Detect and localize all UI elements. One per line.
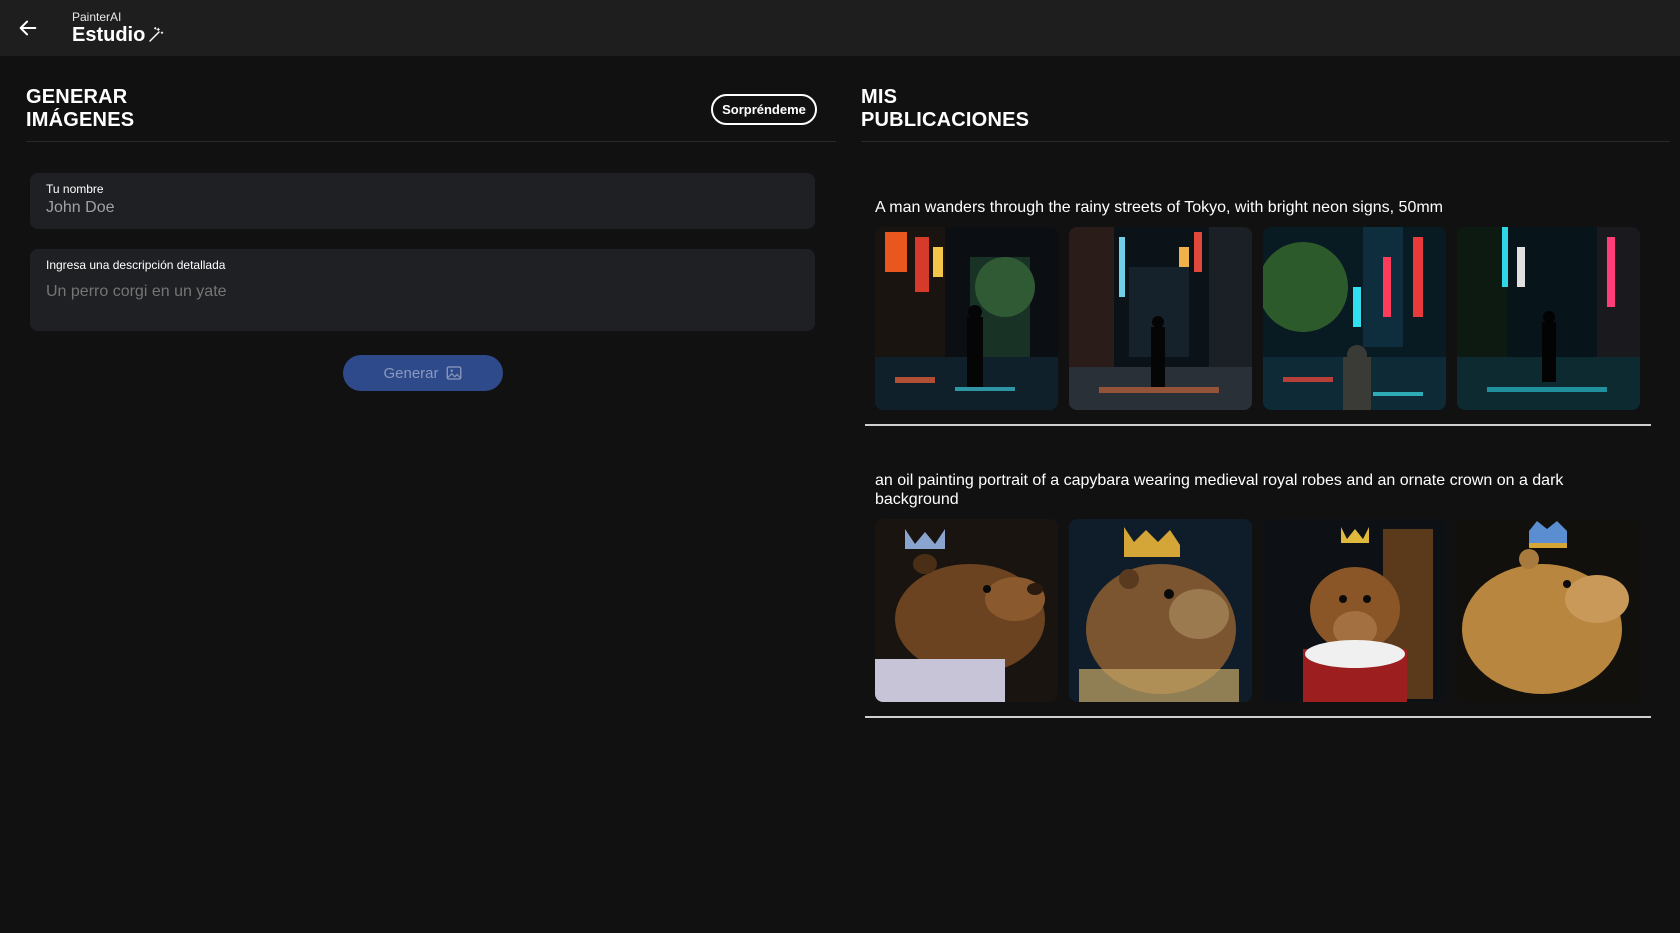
publications-divider xyxy=(861,141,1670,142)
tokyo-street-image-1[interactable] xyxy=(875,227,1058,410)
brand: PainterAI Estudio xyxy=(72,10,165,46)
description-input[interactable] xyxy=(46,283,799,301)
back-button[interactable] xyxy=(16,16,40,40)
capybara-king-image-3[interactable] xyxy=(1263,519,1446,702)
arrow-left-icon xyxy=(19,20,37,36)
publication-prompt: an oil painting portrait of a capybara w… xyxy=(875,472,1564,508)
publication-images xyxy=(865,227,1650,410)
surprise-button[interactable]: Sorpréndeme xyxy=(711,94,817,125)
tokyo-street-image-3[interactable] xyxy=(1263,227,1446,410)
name-input[interactable] xyxy=(46,199,799,217)
publications-title: MIS PUBLICACIONES xyxy=(861,86,1030,131)
name-field[interactable]: Tu nombre xyxy=(30,173,815,229)
generate-label: Generar xyxy=(383,364,439,382)
image-icon xyxy=(446,366,461,380)
publication-separator xyxy=(865,716,1651,718)
generate-button[interactable]: Generar xyxy=(343,355,503,391)
capybara-king-image-2[interactable] xyxy=(1069,519,1252,702)
generate-title: GENERAR IMÁGENES xyxy=(26,86,135,131)
description-field[interactable]: Ingresa una descripción detallada xyxy=(30,249,815,331)
publication-item: A man wanders through the rainy streets … xyxy=(865,198,1651,426)
capybara-king-image-4[interactable] xyxy=(1457,519,1640,702)
brand-title-row: Estudio xyxy=(72,24,165,46)
brand-subtitle: PainterAI xyxy=(72,10,122,24)
tokyo-street-image-4[interactable] xyxy=(1457,227,1640,410)
generate-divider xyxy=(26,141,836,142)
description-label: Ingresa una descripción detallada xyxy=(46,258,226,272)
top-bar: PainterAI Estudio xyxy=(0,0,1680,56)
publication-item: an oil painting portrait of a capybara w… xyxy=(865,471,1651,718)
name-label: Tu nombre xyxy=(46,182,104,196)
publication-images xyxy=(865,519,1650,702)
tokyo-street-image-2[interactable] xyxy=(1069,227,1252,410)
publication-prompt: A man wanders through the rainy streets … xyxy=(875,199,1443,216)
brand-title: Estudio xyxy=(72,24,146,46)
publication-separator xyxy=(865,424,1651,426)
magic-wand-icon xyxy=(149,26,164,42)
capybara-king-image-1[interactable] xyxy=(875,519,1058,702)
